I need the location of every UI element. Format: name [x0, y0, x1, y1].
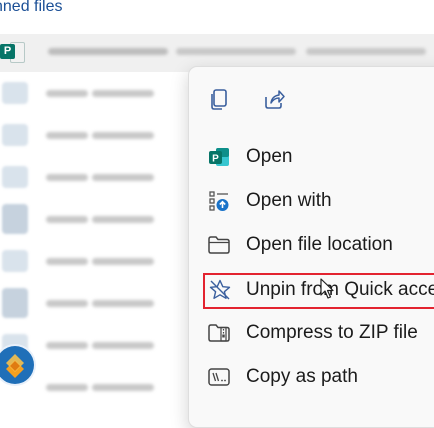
- cube-app-icon: [0, 346, 34, 384]
- menu-item-open-file-location[interactable]: Open file location: [197, 225, 434, 265]
- menu-item-open-with[interactable]: Open with: [197, 181, 434, 221]
- menu-top-actions: [189, 67, 434, 127]
- open-with-icon: [207, 189, 231, 213]
- menu-item-unpin-quick-access[interactable]: Unpin from Quick acce: [203, 273, 434, 309]
- share-icon[interactable]: [260, 85, 288, 113]
- copy-path-icon: [207, 365, 231, 389]
- section-title: nned files: [0, 0, 63, 15]
- context-menu: P Open Open with Open file location Unpi…: [188, 66, 434, 428]
- copy-icon[interactable]: [205, 85, 233, 113]
- menu-item-label: Open: [246, 146, 293, 167]
- zip-icon: [207, 321, 231, 345]
- menu-item-label: Copy as path: [246, 366, 358, 387]
- menu-item-label: Open with: [246, 190, 332, 211]
- menu-item-open[interactable]: P Open: [197, 137, 434, 177]
- unpin-star-icon: [208, 278, 232, 302]
- menu-item-label: Unpin from Quick acce: [246, 279, 434, 300]
- menu-item-compress-zip[interactable]: Compress to ZIP file: [197, 313, 434, 353]
- menu-item-copy-as-path[interactable]: Copy as path: [197, 357, 434, 397]
- publisher-app-icon: P: [207, 145, 231, 169]
- folder-icon: [207, 233, 231, 257]
- menu-item-label: Open file location: [246, 234, 393, 255]
- svg-text:P: P: [212, 154, 219, 165]
- mouse-cursor-icon: [320, 278, 334, 300]
- menu-item-label: Compress to ZIP file: [246, 322, 418, 343]
- publisher-file-icon: P: [0, 41, 25, 63]
